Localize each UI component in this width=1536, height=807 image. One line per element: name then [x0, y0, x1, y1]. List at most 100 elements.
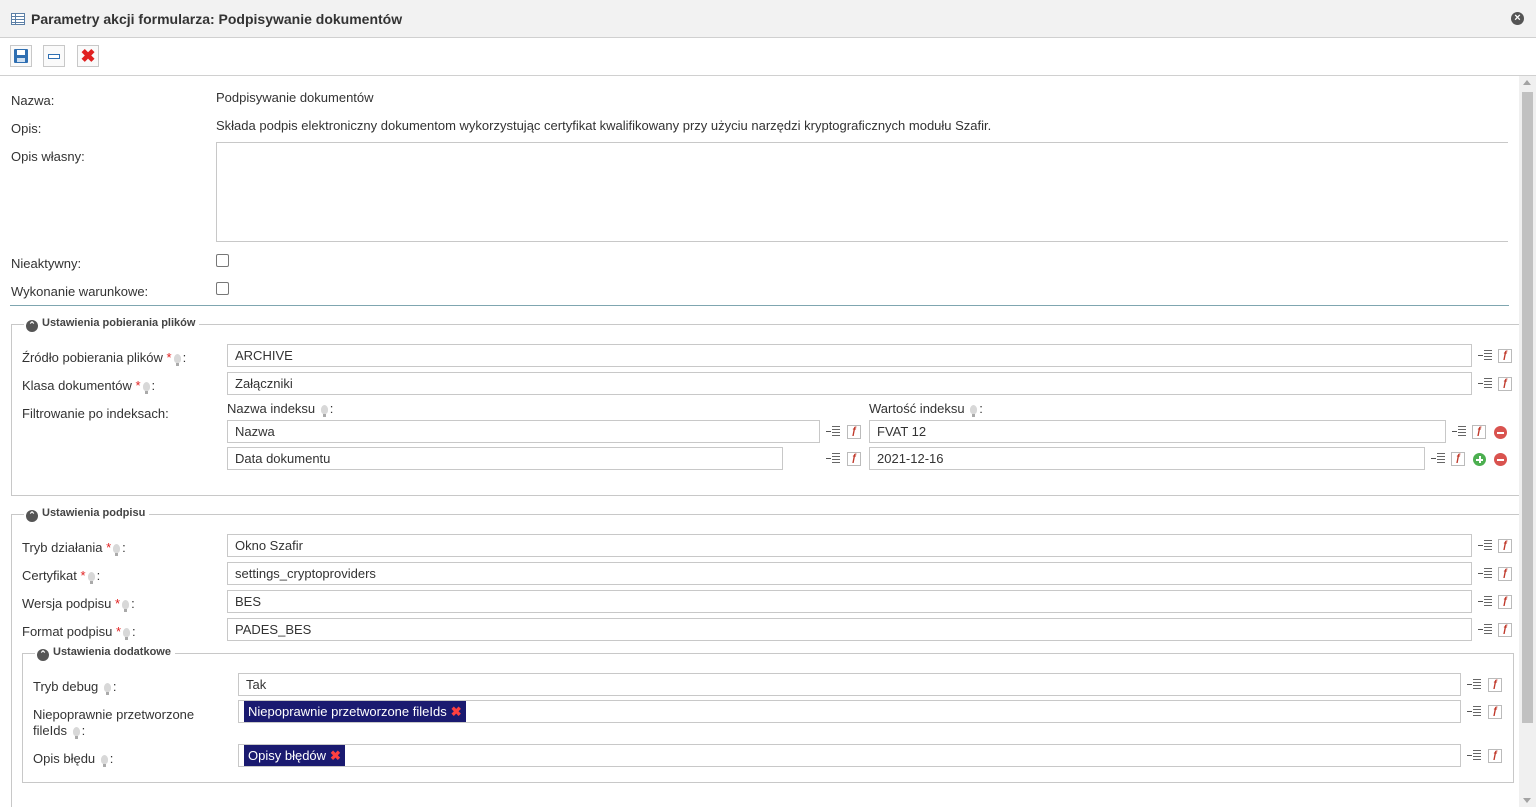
description-label: Opis: — [11, 121, 42, 136]
hint-bulb-icon[interactable] — [87, 572, 95, 584]
mode-label: Tryb działania *: — [22, 540, 126, 556]
function-icon[interactable]: ƒ — [1451, 452, 1465, 466]
custom-description-label: Opis własny: — [11, 149, 85, 164]
remove-filter-icon[interactable] — [1494, 453, 1507, 466]
remove-tag-icon[interactable]: ✖ — [330, 748, 341, 763]
hint-bulb-icon[interactable] — [123, 628, 131, 640]
files-settings-legend[interactable]: ⌃ Ustawienia pobierania plików — [24, 317, 200, 332]
hint-bulb-icon[interactable] — [320, 405, 328, 417]
signature-version-input[interactable]: BES — [227, 590, 1472, 613]
function-icon[interactable]: ƒ — [847, 425, 861, 439]
additional-settings-title: Ustawienia dodatkowe — [53, 646, 171, 658]
inactive-label: Nieaktywny: — [11, 256, 82, 271]
remove-tag-icon[interactable]: ✖ — [451, 704, 462, 719]
save-button[interactable] — [10, 45, 32, 67]
collapse-icon: ⌃ — [26, 510, 38, 522]
colon: : — [132, 624, 136, 639]
index-value-input[interactable]: FVAT 12 — [869, 420, 1446, 443]
hint-bulb-icon[interactable] — [72, 727, 80, 739]
certificate-input[interactable]: settings_cryptoproviders — [227, 562, 1472, 585]
function-icon[interactable]: ƒ — [1498, 539, 1512, 553]
debug-label-text: Tryb debug — [33, 679, 99, 694]
index-value-header-text: Wartość indeksu — [869, 401, 965, 416]
signature-format-label-text: Format podpisu — [22, 624, 113, 639]
index-name-header: Nazwa indeksu : — [227, 401, 333, 417]
scrollbar-thumb[interactable] — [1522, 92, 1533, 723]
index-name-input[interactable]: Nazwa — [227, 420, 820, 443]
remove-filter-icon[interactable] — [1494, 426, 1507, 439]
hint-bulb-icon[interactable] — [142, 382, 150, 394]
signature-settings-legend[interactable]: ⌃ Ustawienia podpisu — [24, 507, 150, 522]
custom-description-textarea[interactable] — [216, 142, 1508, 242]
failed-fileids-label-text: fileIds — [33, 723, 67, 738]
signature-format-input[interactable]: PADES_BES — [227, 618, 1472, 641]
function-icon[interactable]: ƒ — [1498, 623, 1512, 637]
index-name-input[interactable]: Data dokumentu — [227, 447, 783, 470]
signature-settings-title: Ustawienia podpisu — [42, 507, 146, 519]
mode-label-text: Tryb działania — [22, 540, 103, 555]
colon: : — [151, 378, 156, 393]
conditional-label: Wykonanie warunkowe: — [11, 284, 149, 299]
window-titlebar: Parametry akcji formularza: Podpisywanie… — [0, 0, 1536, 38]
debug-input[interactable]: Tak — [238, 673, 1461, 696]
colon: : — [122, 540, 126, 555]
function-icon[interactable]: ƒ — [1498, 567, 1512, 581]
table-icon — [11, 13, 25, 25]
function-icon[interactable]: ƒ — [1488, 678, 1502, 692]
function-icon[interactable]: ƒ — [1488, 705, 1502, 719]
failed-fileids-label: Niepoprawnie przetworzone — [33, 707, 195, 722]
additional-settings-legend[interactable]: ⌃ Ustawienia dodatkowe — [35, 646, 175, 661]
delete-button[interactable]: ✖ — [77, 45, 99, 67]
function-icon[interactable]: ƒ — [1472, 425, 1486, 439]
source-label-text: Źródło pobierania plików — [22, 350, 163, 365]
red-x-icon: ✖ — [80, 46, 96, 66]
function-icon[interactable]: ƒ — [847, 452, 861, 466]
error-description-input[interactable]: Opisy błędów ✖ — [238, 744, 1461, 767]
failed-fileids-label-line2: fileIds : — [33, 723, 86, 739]
colon: : — [81, 723, 86, 738]
scroll-up-icon[interactable] — [1523, 80, 1531, 85]
source-input[interactable]: ARCHIVE — [227, 344, 1472, 367]
variable-tag-label: Opisy błędów — [248, 748, 327, 763]
colon: : — [979, 401, 983, 416]
signature-format-label: Format podpisu *: — [22, 624, 136, 640]
error-description-label-text: Opis błędu — [33, 751, 96, 766]
hint-bulb-icon[interactable] — [103, 683, 111, 695]
toolbar: ✖ — [0, 38, 1536, 76]
required-mark: * — [106, 540, 112, 555]
close-icon[interactable]: × — [1511, 12, 1524, 25]
inactive-checkbox[interactable] — [216, 254, 229, 267]
colon: : — [112, 679, 117, 694]
mode-input[interactable]: Okno Szafir — [227, 534, 1472, 557]
field-icon — [48, 54, 60, 59]
name-label: Nazwa: — [11, 93, 55, 108]
function-icon[interactable]: ƒ — [1498, 595, 1512, 609]
required-mark: * — [115, 624, 122, 639]
variable-tag-label: Niepoprawnie przetworzone fileIds — [248, 704, 447, 719]
certificate-label: Certyfikat *: — [22, 568, 100, 584]
hint-bulb-icon[interactable] — [970, 405, 978, 417]
function-icon[interactable]: ƒ — [1498, 377, 1512, 391]
failed-fileids-input[interactable]: Niepoprawnie przetworzone fileIds ✖ — [238, 700, 1461, 723]
debug-label: Tryb debug : — [33, 679, 117, 695]
function-icon[interactable]: ƒ — [1498, 349, 1512, 363]
files-settings-title: Ustawienia pobierania plików — [42, 317, 196, 329]
function-icon[interactable]: ƒ — [1488, 749, 1502, 763]
index-filter-label: Filtrowanie po indeksach: — [22, 406, 169, 421]
vertical-scrollbar[interactable] — [1519, 76, 1536, 807]
index-name-header-text: Nazwa indeksu — [227, 401, 316, 416]
add-filter-icon[interactable] — [1473, 453, 1486, 466]
index-value-input[interactable]: 2021-12-16 — [869, 447, 1425, 470]
floppy-icon — [14, 49, 28, 63]
execute-button[interactable] — [43, 45, 65, 67]
doc-class-input[interactable]: Załączniki — [227, 372, 1472, 395]
scroll-down-icon[interactable] — [1523, 798, 1531, 803]
conditional-checkbox[interactable] — [216, 282, 229, 295]
variable-tag: Niepoprawnie przetworzone fileIds ✖ — [244, 701, 466, 722]
hint-bulb-icon[interactable] — [100, 755, 108, 767]
signature-version-label-text: Wersja podpisu — [22, 596, 112, 611]
hint-bulb-icon[interactable] — [113, 544, 121, 556]
divider — [10, 305, 1509, 306]
hint-bulb-icon[interactable] — [173, 354, 181, 366]
hint-bulb-icon[interactable] — [122, 600, 130, 612]
